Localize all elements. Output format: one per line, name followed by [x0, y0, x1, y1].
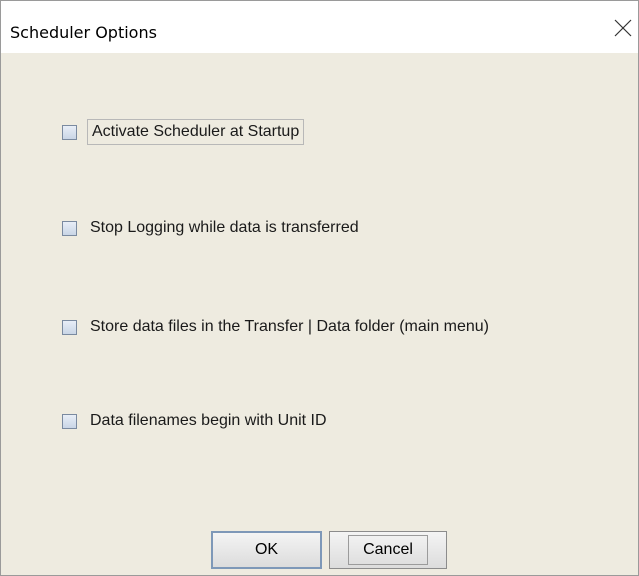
store-data-files-checkbox[interactable] [62, 319, 77, 335]
close-icon [614, 19, 632, 37]
option-filenames-unit-id[interactable]: Data filenames begin with Unit ID [62, 408, 330, 434]
stop-logging-checkbox[interactable] [62, 220, 77, 236]
activate-scheduler-label[interactable]: Activate Scheduler at Startup [87, 119, 305, 145]
scheduler-options-dialog: Scheduler Options Activate Scheduler at … [0, 0, 639, 576]
option-store-data-files[interactable]: Store data files in the Transfer | Data … [62, 314, 492, 340]
option-activate-scheduler[interactable]: Activate Scheduler at Startup [62, 119, 305, 145]
cancel-button-label: Cancel [348, 535, 428, 565]
close-button[interactable] [608, 13, 638, 43]
stop-logging-label[interactable]: Stop Logging while data is transferred [87, 217, 362, 239]
filenames-unit-id-label[interactable]: Data filenames begin with Unit ID [87, 410, 330, 432]
cancel-button[interactable]: Cancel [329, 531, 447, 569]
dialog-title: Scheduler Options [10, 23, 157, 42]
ok-button-label: OK [254, 541, 279, 558]
activate-scheduler-checkbox[interactable] [62, 124, 77, 140]
filenames-unit-id-checkbox[interactable] [62, 413, 77, 429]
title-bar: Scheduler Options [1, 1, 638, 53]
store-data-files-label[interactable]: Store data files in the Transfer | Data … [87, 316, 492, 338]
option-stop-logging[interactable]: Stop Logging while data is transferred [62, 215, 362, 241]
ok-button[interactable]: OK [211, 531, 322, 569]
